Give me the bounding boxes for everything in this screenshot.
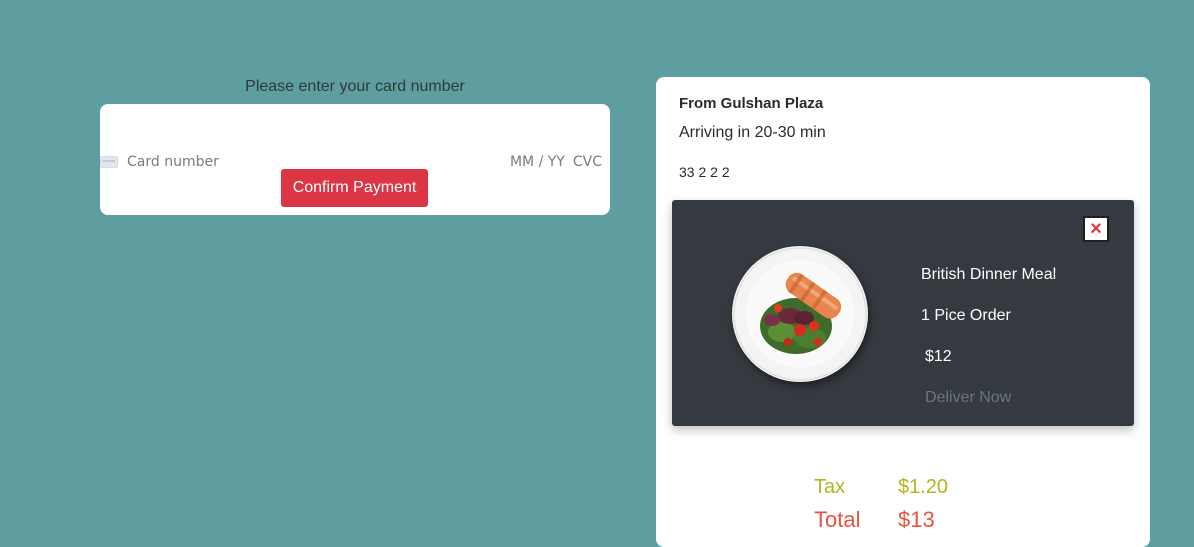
delivery-address: 33 2 2 2: [679, 164, 730, 180]
card-number-input[interactable]: Card number: [127, 154, 510, 170]
close-icon[interactable]: ×: [1083, 216, 1109, 242]
restaurant-from: From Gulshan Plaza: [679, 95, 824, 112]
confirm-payment-button[interactable]: Confirm Payment: [281, 169, 428, 207]
deliver-now-link[interactable]: Deliver Now: [925, 389, 1011, 407]
meal-item-panel: × British Dinner Meal 1 Pice Order $12 D…: [672, 200, 1134, 426]
order-card: From Gulshan Plaza Arriving in 20-30 min…: [656, 77, 1150, 547]
tax-label: Tax: [814, 476, 846, 498]
credit-card-icon: [100, 156, 118, 168]
arrival-time: Arriving in 20-30 min: [679, 124, 826, 141]
payment-title: Please enter your card number: [245, 78, 465, 95]
card-form: Card number MM / YY CVC Confirm Payment: [100, 104, 610, 215]
total-value: $13: [898, 507, 935, 532]
tax-row: Tax $1.20: [814, 476, 948, 499]
salmon-salad-plate-icon: [733, 247, 867, 381]
total-row: Total $13: [814, 507, 935, 533]
tax-value: $1.20: [898, 476, 949, 498]
meal-image: [732, 246, 868, 382]
total-label: Total: [814, 507, 861, 532]
meal-name: British Dinner Meal: [921, 266, 1057, 283]
expiry-input[interactable]: MM / YY: [510, 154, 565, 170]
meal-price: $12: [925, 348, 952, 365]
meal-quantity: 1 Pice Order: [921, 307, 1011, 324]
cvc-input[interactable]: CVC: [573, 154, 602, 170]
